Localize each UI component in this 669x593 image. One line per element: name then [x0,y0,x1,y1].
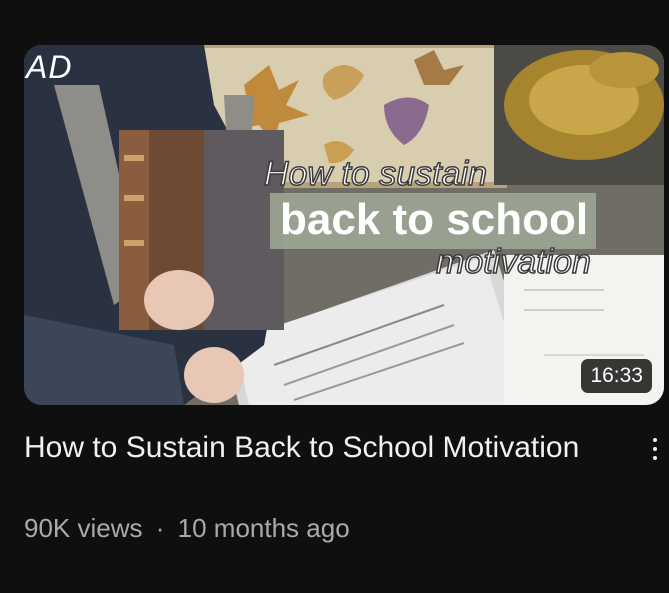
meta-separator: · [155,513,165,543]
thumbnail-caption-line2: back to school [270,193,597,249]
duration-badge: 16:33 [581,359,652,393]
video-card[interactable]: AD How to sustain back to school motivat… [0,0,669,593]
menu-dot [653,438,657,442]
menu-dot [653,447,657,451]
video-metadata: 90K views · 10 months ago [24,513,350,544]
view-count: 90K views [24,513,143,543]
video-thumbnail[interactable]: AD How to sustain back to school motivat… [24,45,664,405]
menu-dot [653,456,657,460]
ad-badge: AD [26,49,73,85]
more-vert-icon[interactable] [640,432,669,482]
thumbnail-caption-line3: motivation [435,242,591,282]
video-title[interactable]: How to Sustain Back to School Motivation [24,428,584,467]
upload-age: 10 months ago [177,513,350,543]
thumbnail-caption-line1: How to sustain [263,154,488,194]
